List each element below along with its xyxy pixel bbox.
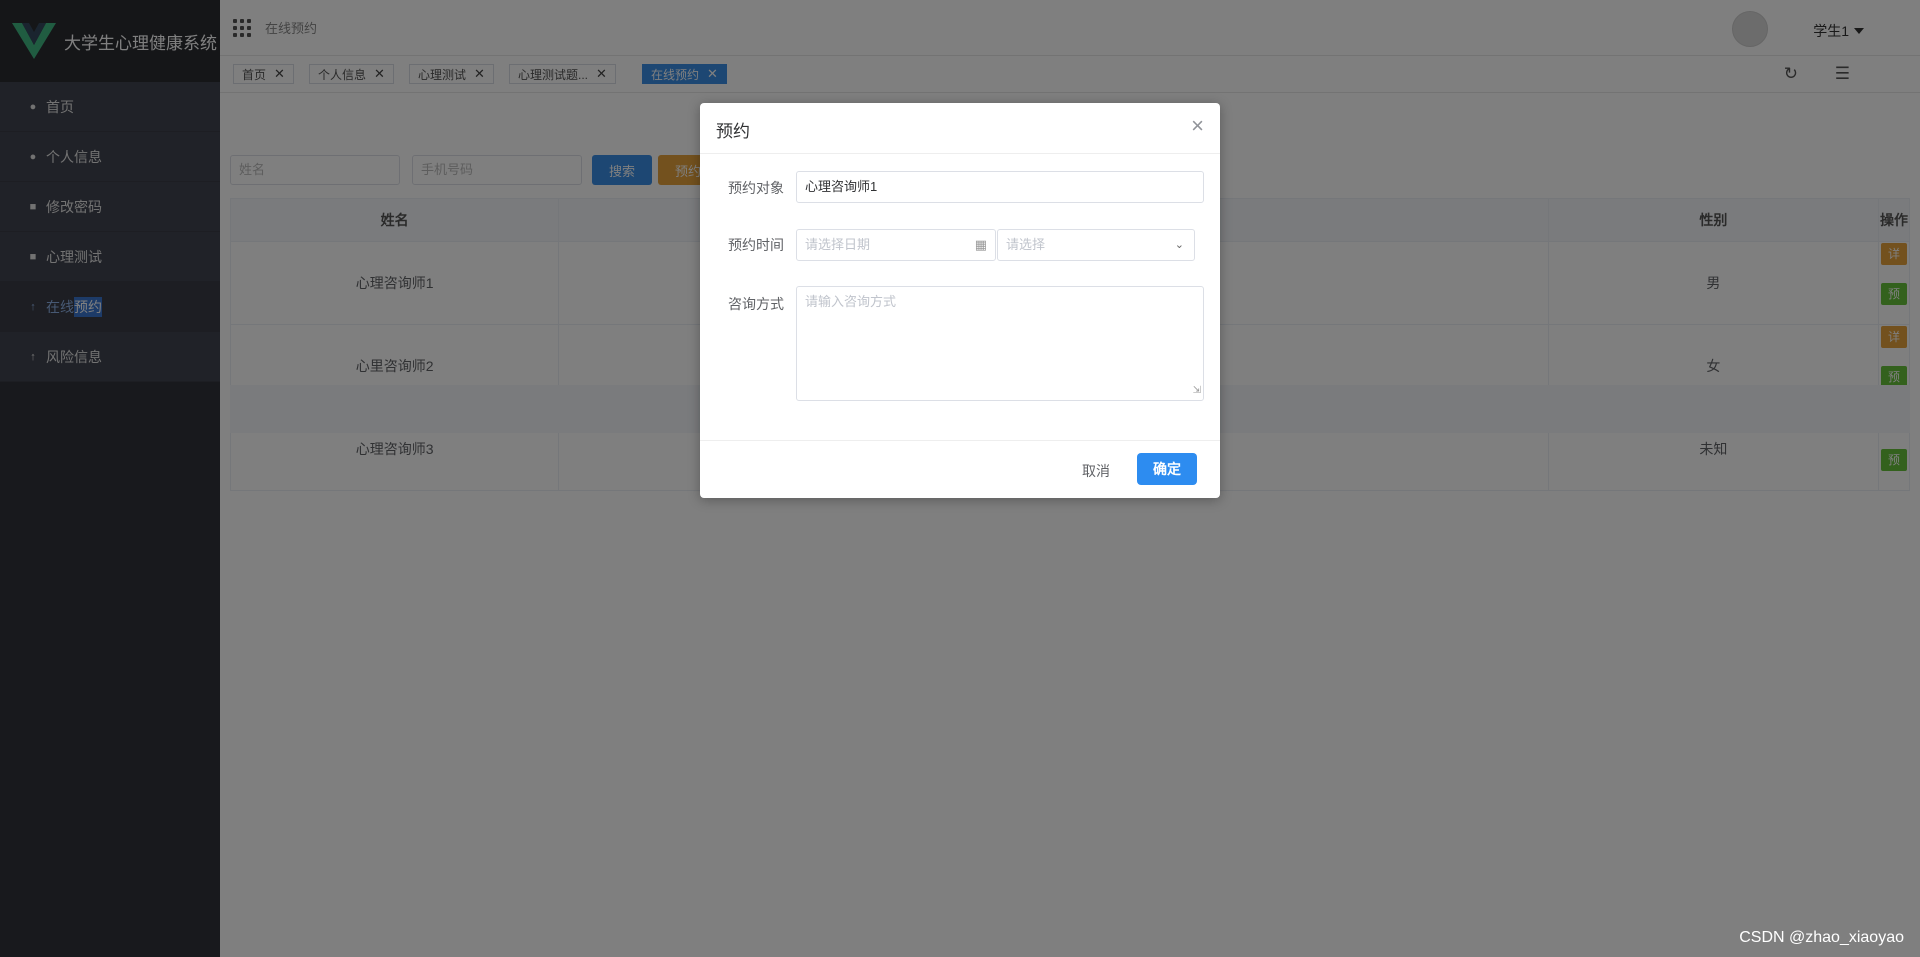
- calendar-icon: ▦: [974, 237, 987, 252]
- target-label: 预约对象: [728, 180, 784, 196]
- dialog-header: 预约 ×: [700, 103, 1220, 154]
- method-placeholder: 请输入咨询方式: [805, 294, 897, 309]
- target-value: 心理咨询师1: [805, 179, 878, 194]
- select-placeholder: 请选择: [1006, 237, 1046, 252]
- watermark: CSDN @zhao_xiaoyao: [1739, 929, 1904, 946]
- cancel-button[interactable]: 取消: [1082, 461, 1110, 481]
- confirm-button[interactable]: 确定: [1137, 453, 1197, 485]
- chevron-down-icon: ⌄: [1174, 239, 1184, 251]
- date-placeholder: 请选择日期: [805, 237, 871, 252]
- method-textarea[interactable]: 请输入咨询方式 ⇲: [796, 286, 1204, 401]
- method-label: 咨询方式: [728, 296, 784, 312]
- date-picker[interactable]: 请选择日期 ▦: [796, 229, 996, 261]
- dialog-footer: 取消 确定: [700, 440, 1220, 498]
- booking-dialog: 预约 × 预约对象 心理咨询师1 预约时间 请选择日期 ▦ 请选择 ⌄ 咨询方式…: [700, 103, 1220, 498]
- time-label: 预约时间: [728, 237, 784, 253]
- dialog-title: 预约: [716, 122, 750, 141]
- time-select[interactable]: 请选择 ⌄: [997, 229, 1195, 261]
- target-field[interactable]: 心理咨询师1: [796, 171, 1204, 203]
- resize-handle-icon[interactable]: ⇲: [1193, 382, 1201, 400]
- close-icon[interactable]: ×: [1191, 115, 1204, 137]
